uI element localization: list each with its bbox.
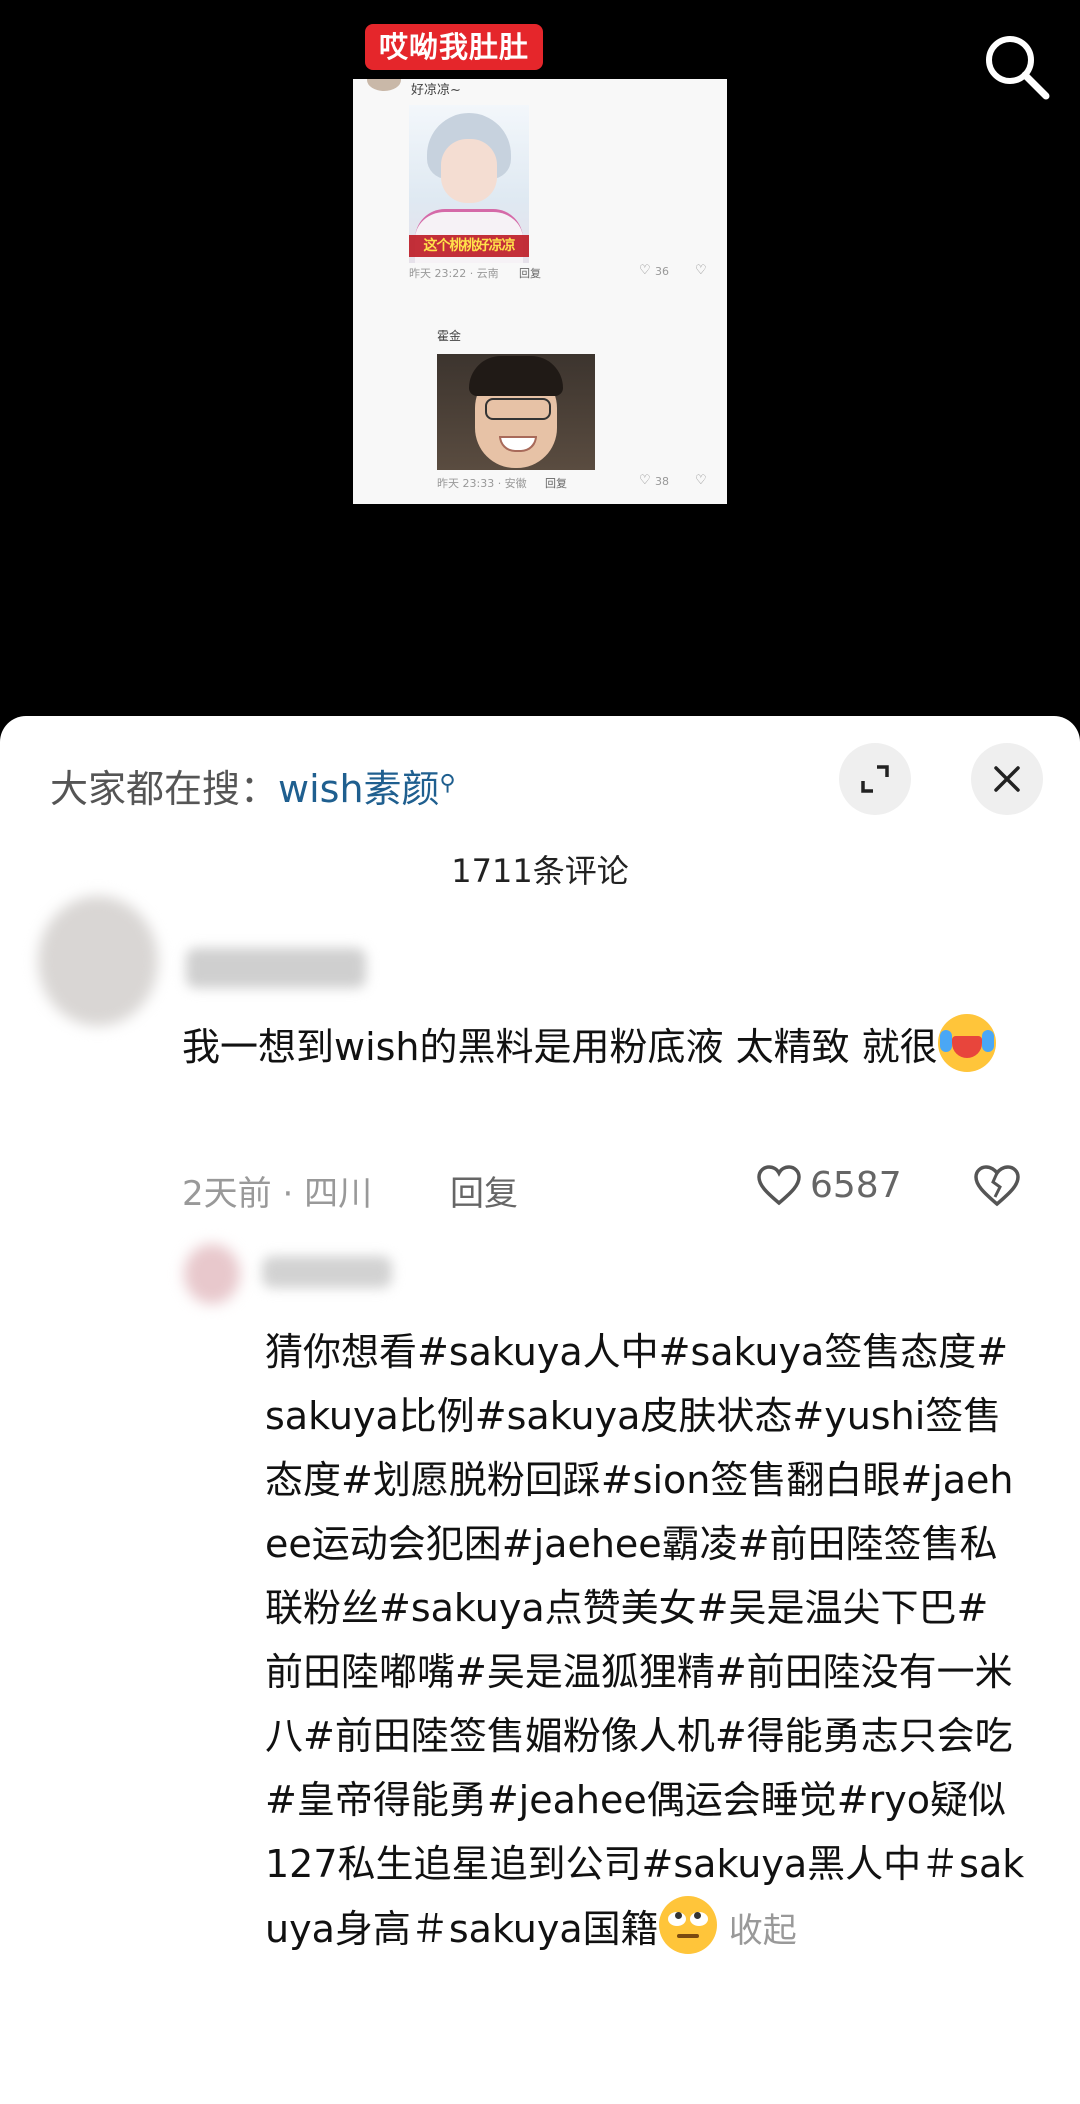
search-hint-term[interactable]: wish素颜 [278, 767, 440, 811]
eye-roll-emoji-icon [658, 1896, 717, 1954]
video-tag-badge[interactable]: 哎呦我肚肚 [365, 24, 544, 70]
expand-icon [861, 765, 889, 793]
comments-sheet: 大家都在搜：wish素颜⚲ 1711条评论 我一想到wish的黑料是用粉底液 太… [0, 716, 1080, 2104]
broken-heart-icon [974, 1165, 1020, 1207]
comment-count: 1711条评论 [451, 852, 629, 890]
like-button[interactable]: 6587 [756, 1164, 902, 1206]
avatar[interactable] [38, 896, 158, 1026]
photo-caption: 这个桃桃好凉凉 [409, 235, 529, 257]
video-player[interactable]: 哎呦我肚肚 好凉凉~ 这个桃桃好凉凉 昨天 23:22 · 云南 回复 ♡ 36… [0, 0, 1080, 720]
expand-button[interactable] [839, 743, 911, 815]
collapse-button[interactable]: 收起 [729, 1911, 797, 1951]
comment-text: 我一想到wish的黑料是用粉底液 太精致 就很 [182, 1014, 1032, 1080]
screenshot-reply-label: 回复 [545, 477, 567, 490]
heart-icon [757, 1165, 801, 1206]
screenshot-photo: 这个桃桃好凉凉 [409, 105, 529, 263]
close-icon [994, 766, 1020, 792]
screenshot-like-count: 38 [655, 475, 669, 488]
username[interactable] [262, 1256, 392, 1288]
screenshot-photo [437, 354, 595, 470]
comment-meta: 2天前 · 四川 [182, 1174, 373, 1214]
avatar [367, 79, 401, 91]
screenshot-comment-meta: 昨天 23:22 · 云南 [409, 267, 499, 280]
trending-search-suggestion[interactable]: 大家都在搜：wish素颜⚲ [50, 758, 456, 813]
screenshot-username: 霍金 [437, 329, 462, 343]
dislike-icon: ♡ [695, 263, 707, 278]
search-button[interactable] [978, 28, 1054, 104]
search-icon: ⚲ [439, 771, 456, 796]
comment-time: 2天前 [182, 1174, 272, 1214]
screenshot-like-count: 36 [655, 265, 669, 278]
avatar[interactable] [184, 1244, 240, 1304]
screenshot-reply-label: 回复 [519, 267, 541, 280]
embedded-comment-screenshot: 好凉凉~ 这个桃桃好凉凉 昨天 23:22 · 云南 回复 ♡ 36 ♡ 霍金 … [353, 79, 727, 504]
close-button[interactable] [971, 743, 1043, 815]
comment-body: 我一想到wish的黑料是用粉底液 太精致 就很 [182, 1025, 938, 1069]
search-hint-label: 大家都在搜： [50, 767, 279, 811]
dislike-icon: ♡ [695, 473, 707, 488]
search-icon [986, 36, 1050, 100]
screenshot-comment-meta: 昨天 23:33 · 安徽 [437, 477, 527, 490]
comment-location: 四川 [304, 1174, 373, 1214]
reply-button[interactable]: 回复 [450, 1166, 518, 1215]
reply-body: 猜你想看#sakuya人中#sakuya签售态度#sakuya比例#sakuya… [265, 1330, 1025, 1951]
heart-icon: ♡ [639, 263, 651, 278]
screenshot-comment-text: 好凉凉~ [411, 83, 461, 98]
heart-icon: ♡ [639, 473, 651, 488]
username[interactable] [186, 948, 366, 988]
like-count: 6587 [810, 1164, 902, 1206]
laughing-crying-emoji-icon [937, 1014, 996, 1072]
reply-text: 猜你想看#sakuya人中#sakuya签售态度#sakuya比例#sakuya… [265, 1320, 1025, 1963]
dislike-button[interactable] [972, 1163, 1022, 1211]
